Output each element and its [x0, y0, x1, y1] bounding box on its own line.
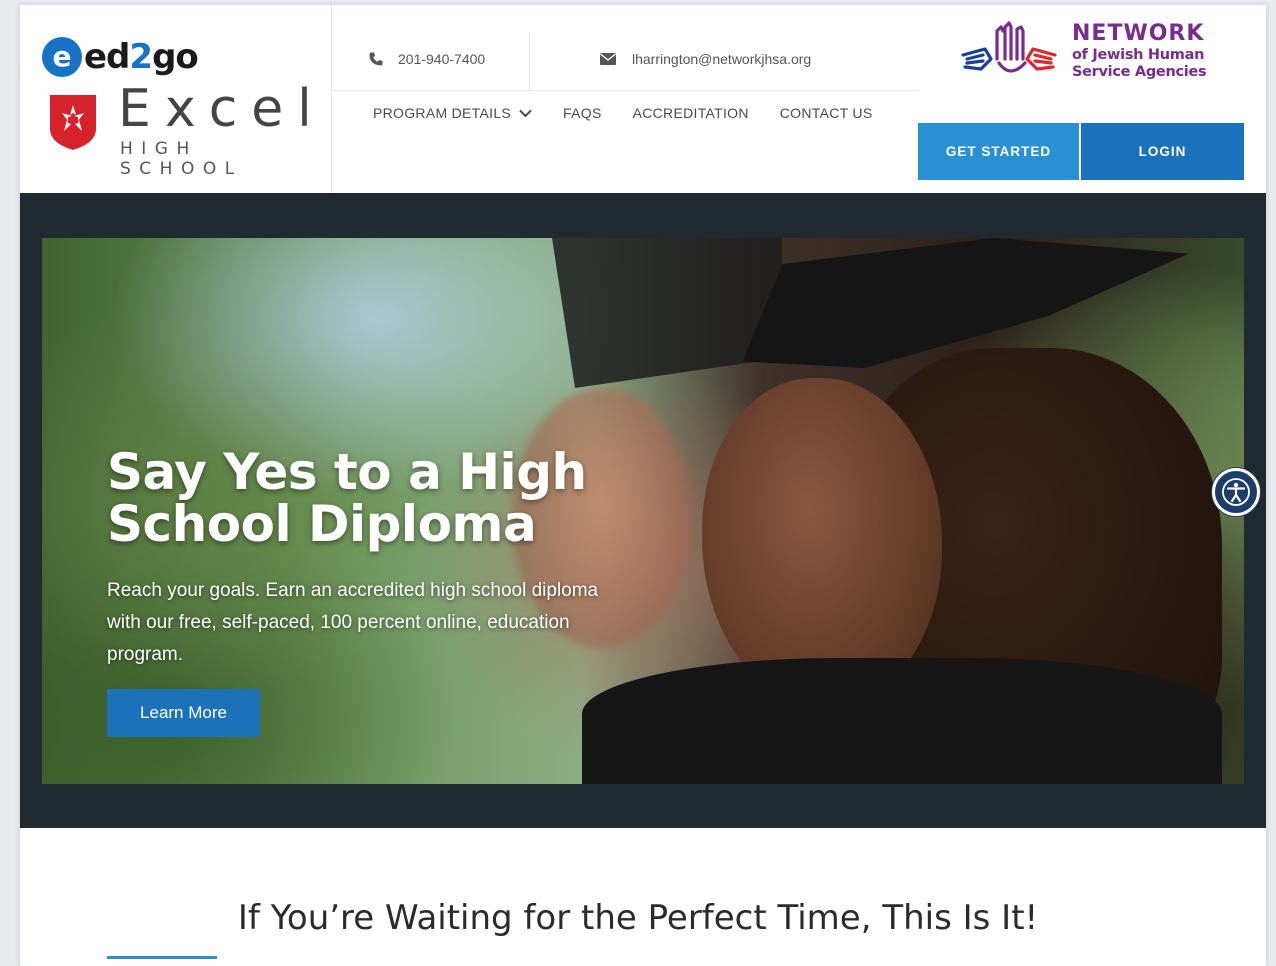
network-subtitle-line1: of Jewish Human: [1072, 47, 1205, 63]
phone-contact[interactable]: 201-940-7400: [368, 51, 485, 67]
network-subtitle-line2: Service Agencies: [1072, 64, 1207, 80]
hero-description: Reach your goals. Earn an accredited hig…: [107, 580, 599, 665]
network-logo[interactable]: NETWORK of Jewish Human Service Agencies: [955, 19, 1215, 91]
accessibility-button[interactable]: [1212, 468, 1260, 516]
network-subtitle: of Jewish Human Service Agencies: [1072, 47, 1207, 81]
logo-block[interactable]: e ed2go Excel HIGH SCHOOL: [20, 5, 332, 193]
network-title: NETWORK: [1072, 21, 1205, 46]
excel-logo-text: Excel: [118, 79, 326, 139]
site-header: e ed2go Excel HIGH SCHOOL 201-940-7400 l…: [20, 5, 1266, 193]
login-button[interactable]: LOGIN: [1081, 123, 1244, 180]
get-started-button[interactable]: GET STARTED: [918, 123, 1079, 180]
ed2go-logo-text: ed2go: [84, 37, 199, 77]
nav-faqs-label: FAQS: [563, 105, 602, 121]
envelope-icon: [600, 53, 616, 65]
nav-contact-us-label: CONTACT US: [779, 105, 873, 121]
nav-program-details[interactable]: PROGRAM DETAILS: [373, 105, 532, 121]
hands-logo-icon: [961, 21, 1057, 73]
contact-bar: 201-940-7400 lharrington@networkjhsa.org: [332, 5, 918, 91]
graduation-gown: [582, 658, 1222, 784]
accessibility-icon: [1222, 478, 1250, 506]
nav-accreditation[interactable]: ACCREDITATION: [633, 105, 749, 121]
phone-number: 201-940-7400: [398, 51, 486, 67]
learn-more-button[interactable]: Learn More: [107, 689, 260, 737]
email-contact[interactable]: lharrington@networkjhsa.org: [600, 51, 811, 67]
ed2go-logo-icon: e: [42, 37, 82, 77]
hero-section: Say Yes to a High School Diploma Reach y…: [20, 193, 1266, 828]
chevron-down-icon: [519, 109, 532, 117]
hero-title: Say Yes to a High School Diploma: [107, 443, 587, 553]
section-heading: If You’re Waiting for the Perfect Time, …: [237, 898, 1039, 938]
main-nav: PROGRAM DETAILS FAQS ACCREDITATION CONTA…: [373, 105, 872, 121]
nav-contact-us[interactable]: CONTACT US: [780, 105, 873, 121]
high-school-logo-text: HIGH SCHOOL: [120, 139, 243, 179]
email-address: lharrington@networkjhsa.org: [632, 51, 812, 67]
contact-divider: [529, 33, 530, 91]
graduation-cap: [733, 238, 1191, 368]
nav-accreditation-label: ACCREDITATION: [632, 105, 749, 121]
hero-banner-image: Say Yes to a High School Diploma Reach y…: [42, 238, 1244, 784]
nav-program-details-label: PROGRAM DETAILS: [373, 105, 512, 121]
nav-faqs[interactable]: FAQS: [563, 105, 602, 121]
phone-icon: [369, 52, 383, 66]
page: e ed2go Excel HIGH SCHOOL 201-940-7400 l…: [20, 5, 1266, 966]
excel-shield-icon: [50, 95, 96, 150]
section-accent-line: [107, 956, 217, 959]
ed2go-logo[interactable]: e ed2go: [42, 37, 199, 77]
